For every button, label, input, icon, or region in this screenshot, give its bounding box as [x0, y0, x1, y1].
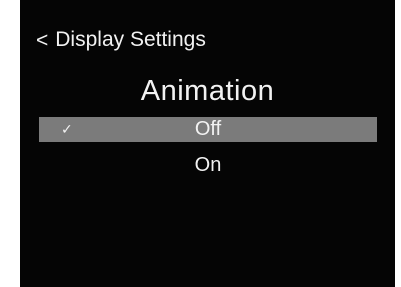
option-on[interactable]: On	[39, 153, 377, 178]
back-button[interactable]: < Display Settings	[36, 25, 206, 55]
option-label: Off	[194, 118, 222, 140]
option-label: On	[194, 154, 222, 176]
display-screen: < Display Settings Animation ✓ Off On	[20, 0, 395, 287]
back-button-label: Display Settings	[55, 28, 206, 51]
animation-options: ✓ Off On	[39, 117, 377, 189]
chevron-left-icon: <	[36, 28, 49, 52]
screen-title: Animation	[140, 75, 275, 107]
check-icon: ✓	[61, 121, 73, 137]
option-off[interactable]: ✓ Off	[39, 117, 377, 142]
